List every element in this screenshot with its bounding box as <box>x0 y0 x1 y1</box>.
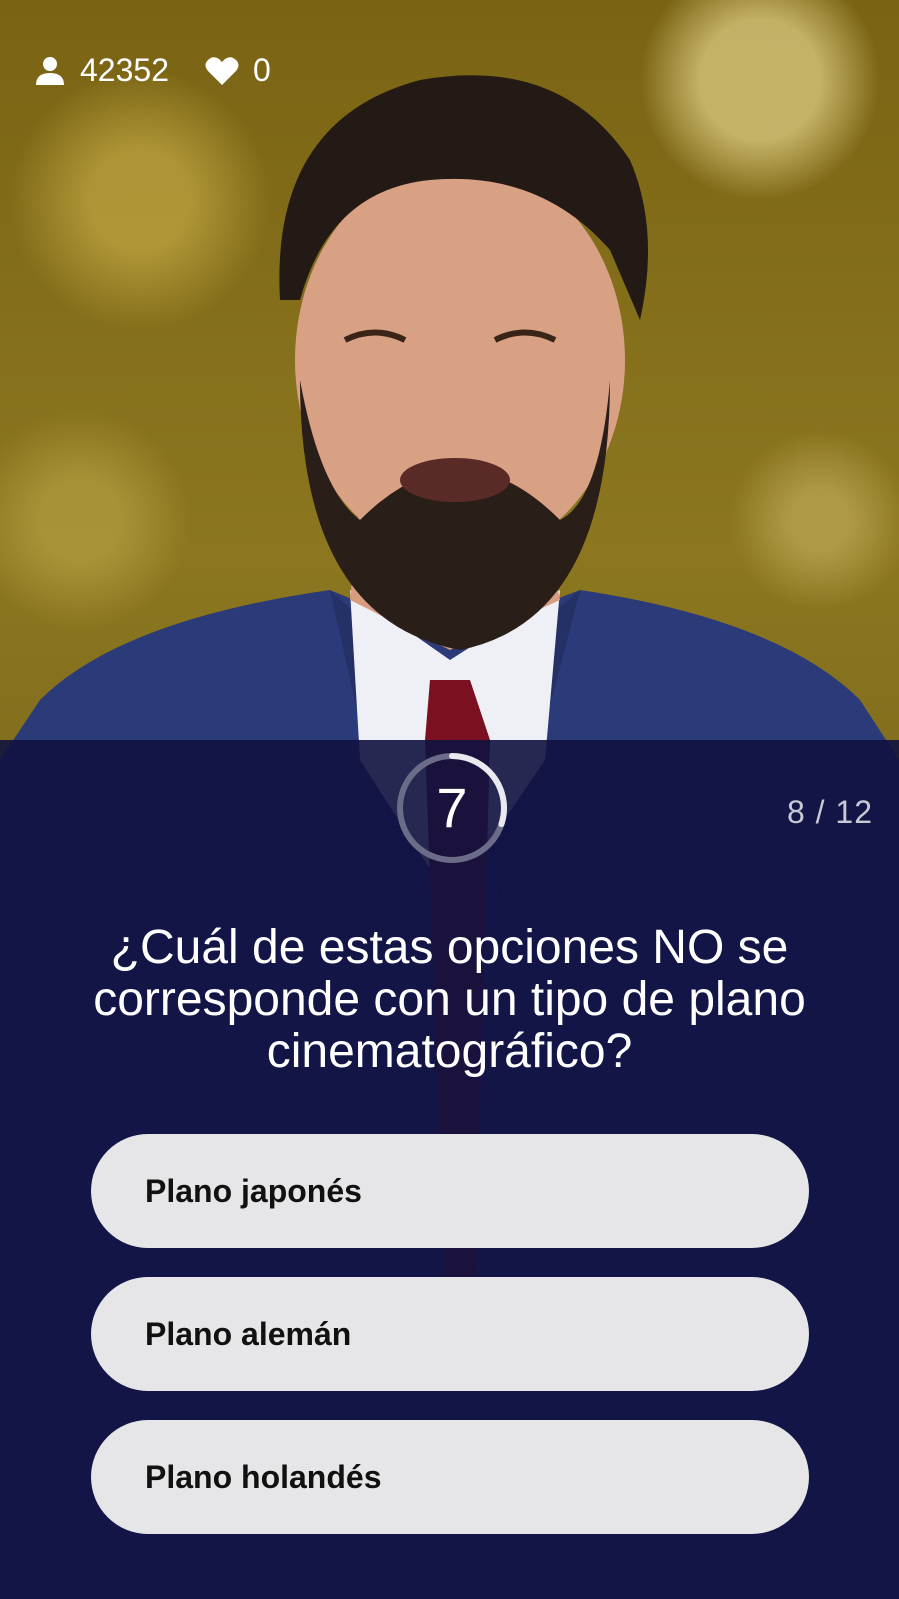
likes-stat[interactable]: 0 <box>205 52 271 89</box>
countdown-timer: 7 <box>392 748 512 868</box>
viewers-stat: 42352 <box>34 52 169 89</box>
stream-stats: 42352 0 <box>34 52 307 89</box>
answer-list: Plano japonés Plano alemán Plano holandé… <box>91 1134 809 1563</box>
answer-option-2[interactable]: Plano alemán <box>91 1277 809 1391</box>
timer-value: 7 <box>436 776 468 839</box>
question-text: ¿Cuál de estas opciones NO se correspond… <box>93 921 806 1078</box>
answer-option-1[interactable]: Plano japonés <box>91 1134 809 1248</box>
quiz-screen: 42352 0 7 8 / 12 ¿Cuál de estas opciones… <box>0 0 899 1599</box>
question-progress: 8 / 12 <box>786 794 873 830</box>
user-icon <box>36 56 64 85</box>
viewers-count: 42352 <box>80 52 169 88</box>
likes-count: 0 <box>252 52 271 88</box>
answer-option-3[interactable]: Plano holandés <box>91 1420 809 1534</box>
heart-icon[interactable] <box>205 56 239 86</box>
